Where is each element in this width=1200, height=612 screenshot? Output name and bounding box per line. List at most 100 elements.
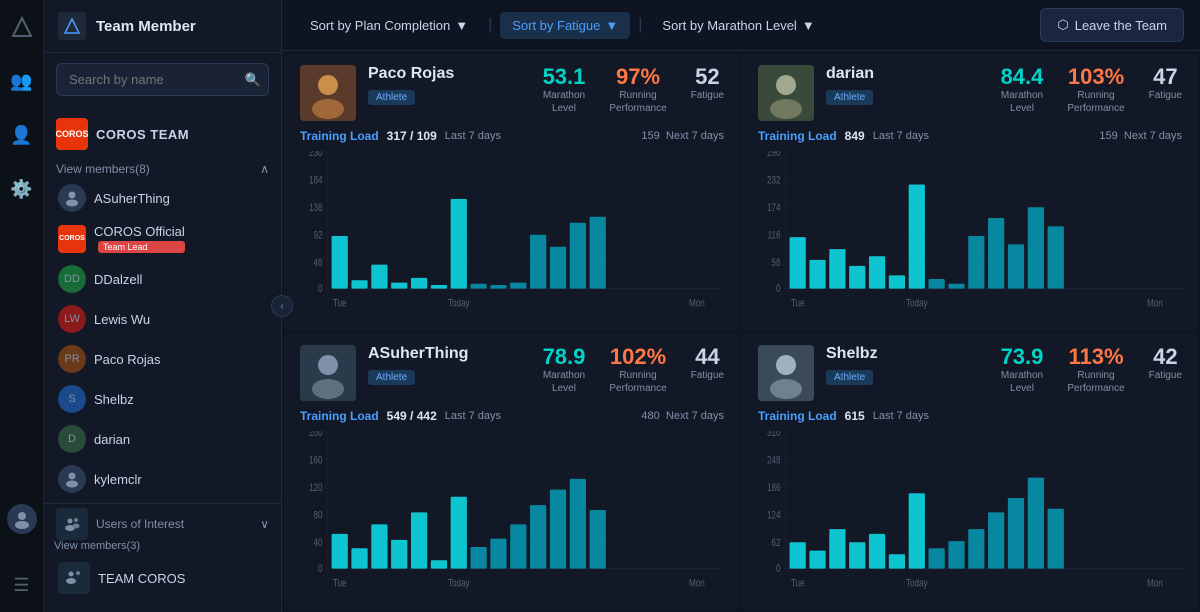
athlete-name-asuher: ASuherThing (368, 345, 531, 363)
member-list: ASuherThing COROS COROS Official Team Le… (44, 178, 281, 612)
fatigue-darian: 47 Fatigue (1149, 65, 1182, 102)
svg-text:40: 40 (314, 536, 323, 548)
team-icon[interactable]: 👥 (7, 66, 37, 96)
svg-text:Mon: Mon (689, 298, 705, 310)
card-header-asuher: ASuherThing Athlete 78.9 MarathonLevel 1… (300, 345, 724, 401)
athlete-badge-paco: Athlete (368, 90, 415, 105)
chart-paco: 230 184 138 92 46 0 (300, 151, 724, 319)
training-load-asuher: Training Load 549 / 442 Last 7 days 480 … (300, 409, 724, 423)
team-section: COROS COROS TEAM (44, 106, 281, 158)
avatar-team-coros (58, 562, 90, 594)
svg-text:0: 0 (318, 563, 323, 575)
profile-icon[interactable]: 👤 (7, 120, 37, 150)
member-item-kyle[interactable]: kylemclr (44, 459, 281, 499)
athlete-card-darian: darian Athlete 84.4 MarathonLevel 103% R… (742, 53, 1198, 331)
athlete-card-asuher: ASuherThing Athlete 78.9 MarathonLevel 1… (284, 333, 740, 611)
member-item-coros[interactable]: COROS COROS Official Team Lead (44, 218, 281, 259)
users-interest-icon (56, 508, 88, 540)
stats-paco: 53.1 MarathonLevel 97% RunningPerformanc… (543, 65, 724, 115)
athletes-grid: Paco Rojas Athlete 53.1 MarathonLevel 97… (282, 51, 1200, 612)
chevron-up-icon: ∧ (260, 162, 269, 176)
team-logo-row: COROS COROS TEAM (56, 114, 269, 154)
chevron-down-icon: ▼ (455, 18, 468, 33)
leave-icon: ⬡ (1057, 17, 1068, 33)
stats-shelbz: 73.9 MarathonLevel 113% RunningPerforman… (1001, 345, 1182, 395)
avatar-asuher (58, 184, 86, 212)
svg-text:232: 232 (767, 174, 781, 186)
svg-text:80: 80 (314, 509, 323, 521)
sort-marathon-btn[interactable]: Sort by Marathon Level ▼ (650, 12, 826, 39)
card-header-shelbz: Shelbz Athlete 73.9 MarathonLevel 113% R… (758, 345, 1182, 401)
svg-text:200: 200 (309, 431, 323, 439)
marathon-level-shelbz: 73.9 MarathonLevel (1001, 345, 1044, 395)
training-load-paco: Training Load 317 / 109 Last 7 days 159 … (300, 129, 724, 143)
running-perf-darian: 103% RunningPerformance (1067, 65, 1124, 115)
main-content: Sort by Plan Completion ▼ | Sort by Fati… (282, 0, 1200, 612)
leave-team-btn[interactable]: ⬡ Leave the Team (1040, 8, 1184, 42)
sidebar-collapse-btn[interactable]: ‹ (271, 295, 293, 317)
svg-text:Today: Today (448, 298, 470, 310)
marathon-level-paco: 53.1 MarathonLevel (543, 65, 586, 115)
svg-text:184: 184 (309, 174, 323, 186)
marathon-level-asuher: 78.9 MarathonLevel (543, 345, 586, 395)
card-header-paco: Paco Rojas Athlete 53.1 MarathonLevel 97… (300, 65, 724, 121)
member-name-lewis: Lewis Wu (94, 312, 150, 327)
team-logo: COROS (56, 118, 88, 150)
fatigue-paco: 52 Fatigue (691, 65, 724, 102)
card-header-darian: darian Athlete 84.4 MarathonLevel 103% R… (758, 65, 1182, 121)
settings-icon[interactable]: ⚙️ (7, 174, 37, 204)
chart-darian: 290 232 174 116 58 0 (758, 151, 1182, 319)
svg-text:Today: Today (906, 577, 928, 589)
member-item-lewis[interactable]: LW Lewis Wu (44, 299, 281, 339)
menu-icon[interactable]: ☰ (7, 570, 37, 600)
svg-text:138: 138 (309, 202, 323, 214)
users-of-interest-toggle[interactable]: Users of Interest ∨ (44, 508, 281, 540)
sort-plan-btn[interactable]: Sort by Plan Completion ▼ (298, 12, 480, 39)
sidebar: Team Member 🔍 COROS COROS TEAM View memb… (44, 0, 282, 612)
member-item-ddalzell[interactable]: DD DDalzell (44, 259, 281, 299)
running-perf-shelbz: 113% RunningPerformance (1067, 345, 1124, 395)
member-item-darian[interactable]: D darian (44, 419, 281, 459)
svg-text:Tue: Tue (333, 577, 347, 589)
chevron-down-icon-2: ▼ (605, 18, 618, 33)
sort-fatigue-btn[interactable]: Sort by Fatigue ▼ (500, 12, 630, 39)
svg-text:0: 0 (318, 283, 323, 295)
chevron-down-icon: ∨ (260, 517, 269, 531)
athlete-info-paco: Paco Rojas Athlete (368, 65, 531, 105)
svg-text:Today: Today (448, 577, 470, 589)
marathon-level-darian: 84.4 MarathonLevel (1001, 65, 1044, 115)
member-name-team-coros: TEAM COROS (98, 571, 185, 586)
view-members-toggle[interactable]: View members(8) ∧ (44, 158, 281, 178)
athlete-name-shelbz: Shelbz (826, 345, 989, 363)
coros-mini-logo: COROS (58, 225, 86, 253)
left-nav: 👥 👤 ⚙️ ☰ (0, 0, 44, 612)
svg-text:124: 124 (767, 509, 781, 521)
running-perf-asuher: 102% RunningPerformance (609, 345, 666, 395)
stats-asuher: 78.9 MarathonLevel 102% RunningPerforman… (543, 345, 724, 395)
svg-text:0: 0 (776, 283, 781, 295)
athlete-photo-darian (758, 65, 814, 121)
user-avatar[interactable] (7, 504, 37, 534)
member-item-shelbz[interactable]: S Shelbz (44, 379, 281, 419)
svg-text:Mon: Mon (1147, 577, 1163, 589)
member-item-team-coros[interactable]: TEAM COROS (44, 556, 281, 600)
athlete-badge-shelbz: Athlete (826, 370, 873, 385)
logo-icon[interactable] (7, 12, 37, 42)
page-title: Team Member (96, 18, 196, 35)
avatar-shelbz: S (58, 385, 86, 413)
chart-shelbz: 310 248 186 124 62 0 (758, 431, 1182, 599)
svg-text:248: 248 (767, 454, 781, 466)
view-members-interest[interactable]: View members(3) (44, 540, 281, 552)
athlete-badge-darian: Athlete (826, 90, 873, 105)
divider-1: | (488, 16, 492, 34)
member-item-asuher[interactable]: ASuherThing (44, 178, 281, 218)
svg-text:186: 186 (767, 481, 781, 493)
member-item-paco[interactable]: PR Paco Rojas (44, 339, 281, 379)
svg-text:Tue: Tue (791, 577, 805, 589)
search-input[interactable] (56, 63, 269, 96)
athlete-name-paco: Paco Rojas (368, 65, 531, 83)
avatar-lewis: LW (58, 305, 86, 333)
svg-text:116: 116 (768, 229, 781, 241)
team-lead-badge: Team Lead (98, 241, 185, 253)
athlete-info-asuher: ASuherThing Athlete (368, 345, 531, 385)
